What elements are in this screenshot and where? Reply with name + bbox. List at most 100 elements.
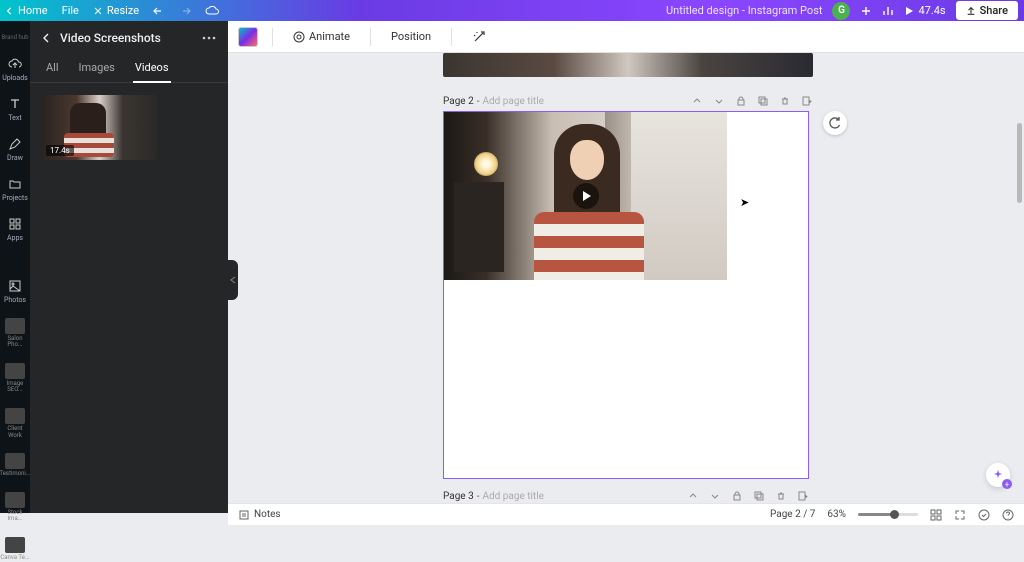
play-preview-button[interactable]: 47.4s (904, 4, 945, 17)
folder-thumb-icon (5, 453, 25, 469)
nav-projects[interactable]: Projects (0, 176, 30, 202)
nav-folder-5[interactable]: Canva Te... (0, 537, 30, 562)
folder-thumb-icon (5, 363, 25, 379)
nav-folder-1[interactable]: Image SEO... (0, 363, 30, 394)
zoom-slider[interactable] (858, 513, 918, 516)
nav-folder-2[interactable]: Client Work (0, 408, 30, 439)
resize-button[interactable]: Resize (93, 4, 139, 17)
page-2-canvas[interactable]: ➤ (443, 111, 809, 479)
chevron-left-icon (6, 7, 14, 15)
panel-back-button[interactable] (42, 33, 52, 43)
folder-thumb-icon (5, 318, 25, 334)
back-home-button[interactable]: Home (6, 4, 48, 17)
wand-icon (472, 30, 486, 44)
nav-brand-hub[interactable]: Brand hub (1, 35, 28, 42)
duplicate-button[interactable] (753, 490, 765, 502)
page-3-header: Page 3 - Add page title (443, 490, 809, 502)
move-down-button[interactable] (713, 95, 725, 107)
pencil-icon (8, 137, 22, 151)
slider-knob[interactable] (890, 510, 899, 519)
plus-badge-icon: + (1002, 479, 1012, 489)
video-play-button[interactable] (573, 183, 599, 209)
edit-toolbar: Animate Position (228, 21, 1024, 53)
magic-assistant-button[interactable]: + (986, 463, 1010, 487)
nav-draw[interactable]: Draw (0, 136, 30, 162)
page-label: Page 3 (443, 491, 474, 502)
tab-videos[interactable]: Videos (133, 55, 171, 82)
grid-view-button[interactable] (930, 509, 942, 521)
side-panel-header: Video Screenshots (30, 21, 228, 55)
move-down-button[interactable] (709, 490, 721, 502)
add-page-button[interactable] (797, 490, 809, 502)
notes-icon (238, 509, 250, 521)
regenerate-button[interactable] (823, 111, 847, 135)
move-up-button[interactable] (691, 95, 703, 107)
color-picker-button[interactable] (238, 27, 258, 47)
header-right: Untitled design - Instagram Post G 47.4s… (666, 1, 1018, 20)
avatar[interactable]: G (832, 2, 850, 20)
page-label: Page 2 (443, 96, 474, 107)
magic-resize-icon (93, 6, 103, 16)
video-element[interactable] (444, 112, 727, 280)
animate-icon (293, 31, 305, 43)
chevron-left-icon (230, 276, 236, 284)
tab-images[interactable]: Images (77, 55, 117, 82)
vertical-scrollbar[interactable] (1017, 123, 1022, 203)
help-button[interactable] (1002, 509, 1014, 521)
checkmark-button[interactable] (978, 509, 990, 521)
nav-text[interactable]: Text (0, 96, 30, 122)
folder-thumb-icon (5, 492, 25, 508)
notes-button[interactable]: Notes (238, 509, 281, 521)
analytics-button[interactable] (882, 5, 894, 17)
play-icon (904, 6, 914, 16)
nav-apps[interactable]: Apps (0, 216, 30, 242)
move-up-button[interactable] (687, 490, 699, 502)
video-thumbnail[interactable]: 17.4s (42, 95, 157, 160)
page-title-input[interactable]: Add page title (482, 96, 543, 107)
cursor-icon: ➤ (740, 196, 749, 209)
folder-thumb-icon (5, 408, 25, 424)
duplicate-button[interactable] (757, 95, 769, 107)
panel-body: 17.4s (30, 83, 228, 172)
delete-button[interactable] (775, 490, 787, 502)
collapse-panel-button[interactable] (228, 260, 238, 300)
folder-icon (8, 177, 22, 191)
page-indicator[interactable]: Page 2 / 7 (770, 509, 815, 520)
document-title[interactable]: Untitled design - Instagram Post (666, 4, 822, 17)
panel-tabs: All Images Videos (30, 55, 228, 83)
upload-icon (966, 6, 976, 16)
apps-icon (8, 217, 22, 231)
image-icon (8, 279, 22, 293)
page-1-partial[interactable] (443, 53, 813, 77)
text-icon (8, 97, 22, 111)
nav-uploads[interactable]: Uploads (0, 56, 30, 82)
page-title-input[interactable]: Add page title (482, 491, 543, 502)
redo-button[interactable] (179, 5, 191, 17)
nav-photos[interactable]: Photos (0, 278, 30, 304)
position-button[interactable]: Position (385, 26, 437, 47)
nav-folder-3[interactable]: Testimoni... (0, 453, 30, 478)
fullscreen-button[interactable] (954, 509, 966, 521)
file-menu[interactable]: File (62, 4, 79, 17)
share-button[interactable]: Share (956, 1, 1018, 20)
lock-button[interactable] (735, 95, 747, 107)
lock-button[interactable] (731, 490, 743, 502)
zoom-level[interactable]: 63% (827, 509, 846, 520)
nav-folder-0[interactable]: Salon Pho... (0, 318, 30, 349)
animate-button[interactable]: Animate (287, 26, 356, 47)
add-page-button[interactable] (801, 95, 813, 107)
page-2-header: Page 2 - Add page title (443, 95, 813, 107)
add-member-button[interactable] (860, 5, 872, 17)
undo-button[interactable] (153, 5, 165, 17)
tab-all[interactable]: All (44, 55, 61, 82)
play-icon (583, 191, 591, 201)
panel-more-button[interactable] (202, 36, 216, 40)
cloud-upload-icon (8, 57, 22, 71)
cloud-sync-icon[interactable] (205, 6, 219, 16)
nav-folder-4[interactable]: Stock Ima... (0, 492, 30, 523)
thumbnail-duration: 17.4s (46, 145, 74, 156)
delete-button[interactable] (779, 95, 791, 107)
canvas-area[interactable]: Page 2 - Add page title (228, 53, 1024, 513)
effects-button[interactable] (466, 26, 492, 48)
status-bar: Notes Page 2 / 7 63% (228, 503, 1024, 525)
